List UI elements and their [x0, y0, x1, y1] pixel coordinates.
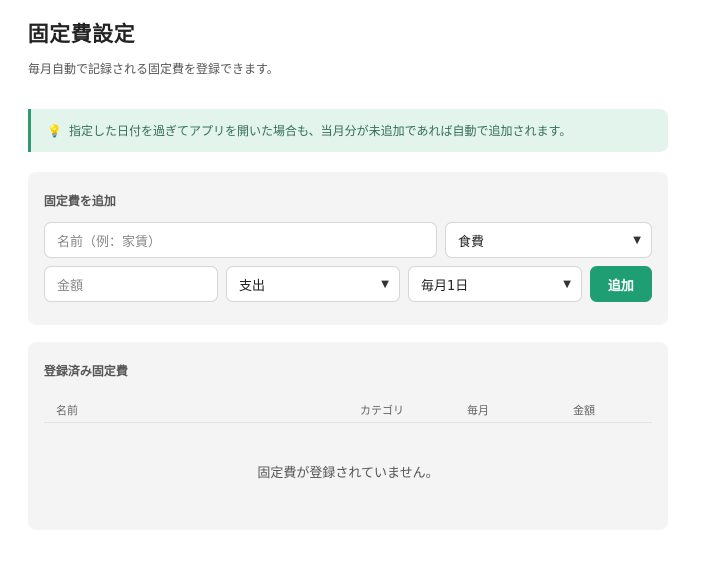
add-form-heading: 固定費を追加 — [44, 194, 117, 208]
chevron-down-icon: ▼ — [633, 234, 641, 246]
column-header-monthly: 毎月 — [467, 404, 489, 417]
chevron-down-icon: ▼ — [563, 278, 571, 290]
category-select-value: 食費 — [458, 234, 485, 250]
amount-input[interactable]: 金額 — [44, 266, 218, 302]
name-input[interactable]: 名前（例：家賃） — [44, 222, 437, 258]
column-header-category: カテゴリ — [360, 404, 404, 417]
add-fixed-cost-card: 固定費を追加 名前（例：家賃） 食費 ▼ 金額 支出 ▼ 毎月1日 ▼ 追加 — [28, 172, 668, 325]
column-header-amount: 金額 — [573, 404, 595, 417]
amount-input-placeholder: 金額 — [57, 278, 84, 294]
day-select[interactable]: 毎月1日 ▼ — [408, 266, 582, 302]
registered-fixed-costs-card: 登録済み固定費 名前 カテゴリ 毎月 金額 固定費が登録されていません。 — [28, 342, 668, 530]
chevron-down-icon: ▼ — [381, 278, 389, 290]
day-select-value: 毎月1日 — [421, 278, 469, 294]
page-subtitle: 毎月自動で記録される固定費を登録できます。 — [28, 62, 279, 76]
table-divider — [44, 422, 652, 423]
page-title: 固定費設定 — [28, 22, 136, 46]
empty-message: 固定費が登録されていません。 — [257, 466, 439, 481]
add-button[interactable]: 追加 — [590, 266, 652, 302]
type-select[interactable]: 支出 ▼ — [226, 266, 400, 302]
list-heading: 登録済み固定費 — [44, 364, 129, 378]
info-text: 指定した日付を過ぎてアプリを開いた場合も、当月分が未追加であれば自動で追加されま… — [69, 124, 572, 138]
info-box: 💡 指定した日付を過ぎてアプリを開いた場合も、当月分が未追加であれば自動で追加さ… — [28, 109, 668, 152]
lightbulb-icon: 💡 — [47, 123, 62, 138]
type-select-value: 支出 — [239, 278, 266, 294]
column-header-name: 名前 — [56, 404, 78, 417]
name-input-placeholder: 名前（例：家賃） — [57, 234, 162, 250]
category-select[interactable]: 食費 ▼ — [445, 222, 652, 258]
